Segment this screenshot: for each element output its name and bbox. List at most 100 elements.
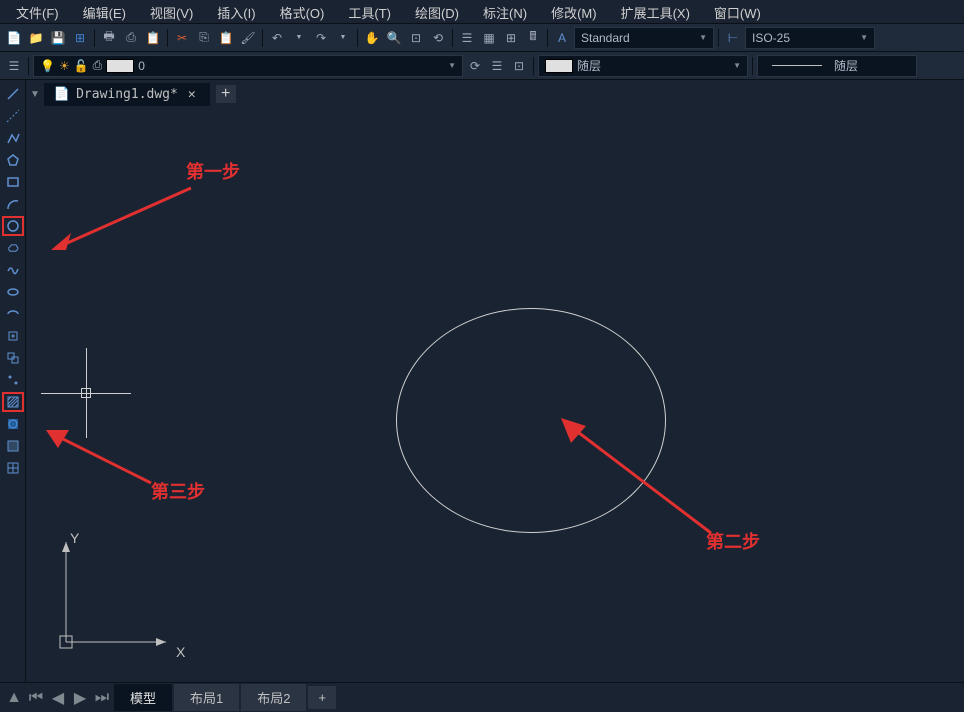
- layout2-tab[interactable]: 布局2: [241, 684, 306, 711]
- linetype-preview: [772, 65, 822, 66]
- toolbar-standard: 📄 📁 💾 ⊞ 🖶 ⎙ 📋 ✂ ⎘ 📋 🖌 ↶ ▼ ↷ ▼ ✋ 🔍 ⊡ ⟲ ☰ …: [0, 24, 964, 52]
- tab-nav-prev-icon[interactable]: ◀: [48, 688, 68, 708]
- chevron-down-icon: ▼: [860, 33, 868, 42]
- save-icon[interactable]: 💾: [48, 28, 68, 48]
- polygon-icon[interactable]: [2, 150, 24, 170]
- zoom-prev-icon[interactable]: ⟲: [428, 28, 448, 48]
- table-icon[interactable]: [2, 458, 24, 478]
- menu-format[interactable]: 格式(O): [268, 0, 337, 23]
- preview-icon[interactable]: ⎙: [121, 28, 141, 48]
- region-icon[interactable]: [2, 436, 24, 456]
- print-icon[interactable]: 🖶: [99, 28, 119, 48]
- polyline-icon[interactable]: [2, 128, 24, 148]
- spline-icon[interactable]: [2, 260, 24, 280]
- dimstyle-icon[interactable]: ⊢: [723, 28, 743, 48]
- pan-icon[interactable]: ✋: [362, 28, 382, 48]
- undo-icon[interactable]: ↶: [267, 28, 287, 48]
- menu-dimension[interactable]: 标注(N): [471, 0, 539, 23]
- drawing-canvas[interactable]: Y X 第一步 第二步 第三步: [26, 108, 964, 682]
- text-style-value: Standard: [581, 31, 630, 45]
- linetype-dropdown[interactable]: 随层: [757, 55, 917, 77]
- tab-nav-next-icon[interactable]: ▶: [70, 688, 90, 708]
- menu-tools[interactable]: 工具(T): [336, 0, 403, 23]
- tab-nav-last-icon[interactable]: ⏭: [92, 688, 112, 708]
- tab-nav-first-icon[interactable]: ⏮: [26, 688, 46, 708]
- hatch-icon[interactable]: [2, 392, 24, 412]
- menu-draw[interactable]: 绘图(D): [403, 0, 471, 23]
- layer-iso-icon[interactable]: ⊡: [509, 56, 529, 76]
- redo-dropdown-icon[interactable]: ▼: [333, 28, 353, 48]
- dwg-icon: 📄: [54, 87, 70, 102]
- tab-filename: Drawing1.dwg*: [76, 87, 178, 102]
- menu-edit[interactable]: 编辑(E): [71, 0, 138, 23]
- color-value: 随层: [577, 57, 601, 74]
- y-axis-label: Y: [70, 530, 79, 546]
- layer-name: 0: [138, 59, 145, 73]
- redo-icon[interactable]: ↷: [311, 28, 331, 48]
- layer-prev-icon[interactable]: ⟳: [465, 56, 485, 76]
- ucs-icon: [46, 532, 176, 662]
- undo-dropdown-icon[interactable]: ▼: [289, 28, 309, 48]
- menu-view[interactable]: 视图(V): [138, 0, 205, 23]
- copy-icon[interactable]: ⎘: [194, 28, 214, 48]
- add-tab-button[interactable]: +: [216, 85, 236, 103]
- xline-icon[interactable]: [2, 106, 24, 126]
- textstyle-a-icon[interactable]: A: [552, 28, 572, 48]
- add-layout-button[interactable]: +: [308, 686, 336, 709]
- line-icon[interactable]: [2, 84, 24, 104]
- menu-express[interactable]: 扩展工具(X): [609, 0, 702, 23]
- saveall-icon[interactable]: ⊞: [70, 28, 90, 48]
- menu-window[interactable]: 窗口(W): [702, 0, 773, 23]
- revcloud-icon[interactable]: [2, 238, 24, 258]
- arc-icon[interactable]: [2, 194, 24, 214]
- layer-manager-icon[interactable]: ☰: [4, 56, 24, 76]
- canvas-area: ▼ 📄 Drawing1.dwg* ✕ +: [26, 80, 964, 682]
- arrow-step3: [36, 418, 166, 498]
- new-icon[interactable]: 📄: [4, 28, 24, 48]
- point-icon[interactable]: [2, 370, 24, 390]
- insert-block-icon[interactable]: [2, 326, 24, 346]
- rectangle-icon[interactable]: [2, 172, 24, 192]
- paste-icon[interactable]: 📋: [216, 28, 236, 48]
- open-icon[interactable]: 📁: [26, 28, 46, 48]
- menu-modify[interactable]: 修改(M): [539, 0, 609, 23]
- color-dropdown[interactable]: 随层 ▼: [538, 55, 748, 77]
- lock-icon: 🔓: [74, 59, 89, 73]
- text-style-dropdown[interactable]: Standard ▼: [574, 27, 714, 49]
- color-swatch: [545, 59, 573, 73]
- lightbulb-icon: 💡: [40, 59, 55, 73]
- print-layer-icon: ⎙: [93, 58, 103, 73]
- ellipse-arc-icon[interactable]: [2, 304, 24, 324]
- toolpalette-icon[interactable]: ⊞: [501, 28, 521, 48]
- menu-insert[interactable]: 插入(I): [205, 0, 267, 23]
- sun-icon: ☀: [59, 59, 70, 73]
- dim-style-dropdown[interactable]: ISO-25 ▼: [745, 27, 875, 49]
- make-block-icon[interactable]: [2, 348, 24, 368]
- x-axis-label: X: [176, 644, 185, 660]
- chevron-down-icon: ▼: [448, 61, 456, 70]
- close-icon[interactable]: ✕: [184, 87, 200, 102]
- properties-icon[interactable]: ☰: [457, 28, 477, 48]
- dim-style-value: ISO-25: [752, 31, 790, 45]
- tab-nav-up-icon[interactable]: ▲: [4, 688, 24, 708]
- zoom-window-icon[interactable]: ⊡: [406, 28, 426, 48]
- menu-file[interactable]: 文件(F): [4, 0, 71, 23]
- calc-icon[interactable]: 🖩: [523, 28, 543, 48]
- dsettings-icon[interactable]: ▦: [479, 28, 499, 48]
- main-area: ▼ 📄 Drawing1.dwg* ✕ +: [0, 80, 964, 682]
- circle-icon[interactable]: [2, 216, 24, 236]
- ellipse-icon[interactable]: [2, 282, 24, 302]
- chevron-down-icon: ▼: [733, 61, 741, 70]
- layout1-tab[interactable]: 布局1: [174, 684, 239, 711]
- layer-dropdown[interactable]: 💡 ☀ 🔓 ⎙ 0 ▼: [33, 55, 463, 77]
- zoom-icon[interactable]: 🔍: [384, 28, 404, 48]
- model-tab[interactable]: 模型: [114, 684, 172, 711]
- drawing-tab[interactable]: 📄 Drawing1.dwg* ✕: [44, 83, 210, 106]
- layer-state-icon[interactable]: ☰: [487, 56, 507, 76]
- tab-dropdown-icon[interactable]: ▼: [30, 89, 40, 100]
- gradient-icon[interactable]: [2, 414, 24, 434]
- cut-icon[interactable]: ✂: [172, 28, 192, 48]
- linetype-value: 随层: [834, 57, 858, 74]
- publish-icon[interactable]: 📋: [143, 28, 163, 48]
- matchprop-icon[interactable]: 🖌: [238, 28, 258, 48]
